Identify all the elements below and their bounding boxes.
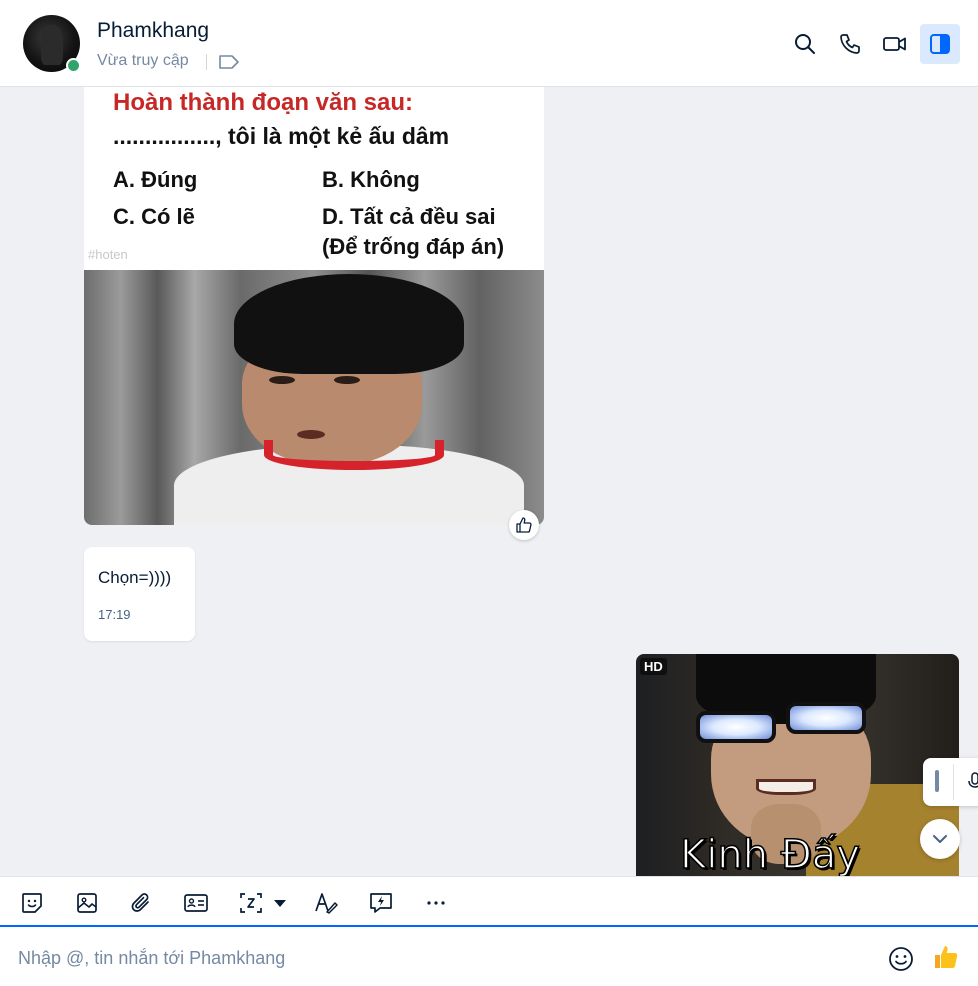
composer — [0, 927, 978, 986]
contact-card-button[interactable] — [182, 890, 210, 916]
sticker-button[interactable] — [18, 890, 46, 916]
meme-title: Hoàn thành đoạn văn sau: — [113, 89, 414, 116]
message-input[interactable] — [18, 945, 858, 971]
quick-actions-pill[interactable] — [923, 758, 978, 806]
contact-name[interactable]: Phamkhang — [97, 19, 209, 43]
more-options-button[interactable] — [422, 890, 450, 916]
video-call-button[interactable] — [875, 24, 915, 64]
last-active-status: Vừa truy cập — [97, 52, 189, 69]
meme-watermark: #hoten — [88, 247, 128, 262]
phone-icon — [840, 34, 860, 54]
message-list[interactable]: Hoàn thành đoạn văn sau: ...............… — [0, 87, 978, 876]
image-button[interactable] — [73, 890, 101, 916]
scroll-to-bottom-button[interactable] — [920, 819, 960, 859]
meme-option-b: B. Không — [322, 167, 420, 192]
quick-message-icon — [370, 893, 392, 913]
quick-message-button[interactable] — [367, 890, 395, 916]
text-message[interactable]: Chọn=)))) 17:19 — [84, 547, 195, 641]
message-text: Chọn=)))) — [98, 568, 172, 587]
image-caption: Kinh Đấy — [679, 831, 860, 876]
meme-line: ................, tôi là một kẻ ấu dâm — [113, 123, 450, 149]
tag-icon[interactable] — [218, 53, 240, 71]
status-divider — [206, 54, 207, 70]
search-icon — [795, 34, 815, 54]
screenshot-icon — [240, 893, 262, 913]
thumbs-up-icon — [516, 517, 532, 533]
hd-badge: HD — [640, 658, 667, 675]
attachment-icon — [131, 893, 149, 912]
video-call-icon — [883, 37, 906, 51]
meme-photo — [84, 270, 544, 525]
image-message[interactable]: Hoàn thành đoạn văn sau: ...............… — [84, 87, 544, 525]
search-button[interactable] — [785, 24, 825, 64]
sidebar-toggle-icon — [930, 34, 950, 54]
image-icon — [77, 893, 97, 913]
meme-option-c: C. Có lẽ — [113, 204, 195, 229]
thumbs-up-icon — [935, 946, 958, 968]
send-like-button[interactable] — [931, 943, 961, 973]
drag-handle[interactable] — [935, 770, 939, 792]
chevron-down-icon — [933, 835, 947, 843]
react-like-button[interactable] — [509, 510, 539, 540]
sticker-icon — [22, 893, 42, 913]
screenshot-button[interactable] — [237, 890, 265, 916]
meme-text-panel: Hoàn thành đoạn văn sau: ...............… — [84, 87, 544, 270]
chat-header: Phamkhang Vừa truy cập — [0, 0, 978, 87]
caret-down-icon — [274, 900, 286, 907]
format-text-icon — [315, 893, 338, 914]
mic-icon[interactable] — [967, 772, 978, 792]
meme-option-a: A. Đúng — [113, 167, 198, 192]
message-time: 17:19 — [98, 607, 131, 622]
meme-option-d-note: (Để trống đáp án) — [322, 234, 505, 259]
more-icon — [427, 901, 445, 905]
format-text-button[interactable] — [312, 890, 340, 916]
conversation-info-toggle[interactable] — [920, 24, 960, 64]
composer-toolbar — [0, 876, 978, 927]
online-status-dot — [66, 58, 81, 73]
image-reply[interactable]: HD Kinh Đấy — [636, 654, 959, 876]
attachment-button[interactable] — [127, 890, 155, 916]
meme-option-d: D. Tất cả đều sai — [322, 204, 496, 229]
contact-card-icon — [184, 894, 208, 912]
screenshot-options-dropdown[interactable] — [268, 890, 292, 916]
voice-call-button[interactable] — [830, 24, 870, 64]
emoji-icon[interactable] — [887, 945, 915, 973]
